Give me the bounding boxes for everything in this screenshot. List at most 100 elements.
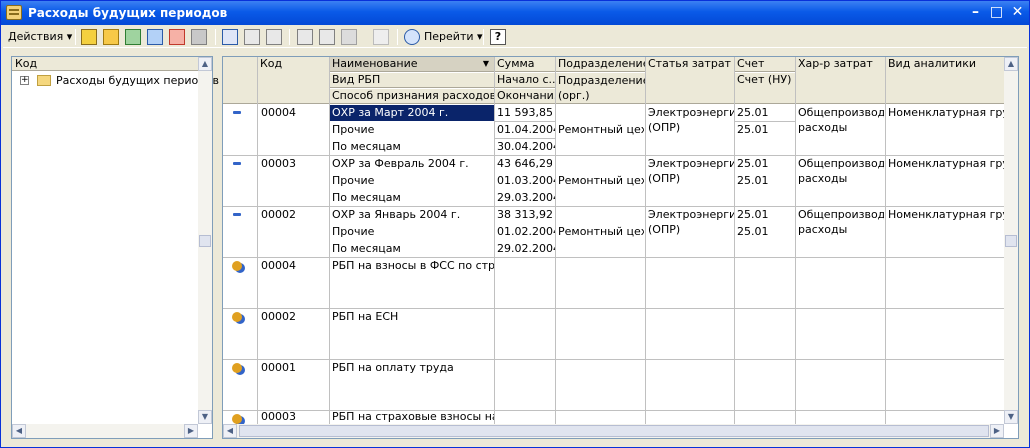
delete-mark-icon[interactable] xyxy=(169,29,185,45)
table-horizontal-scrollbar[interactable]: ◀ ▶ xyxy=(223,424,1004,438)
column-divider xyxy=(555,57,556,438)
cell-name[interactable]: РБП на ЕСН xyxy=(330,309,494,325)
cell-cost-item: Электроэнергия (ОПР) xyxy=(648,208,734,236)
cell-method: По месяцам xyxy=(332,242,401,255)
scroll-right-icon[interactable]: ▶ xyxy=(990,424,1004,438)
scroll-up-icon[interactable]: ▲ xyxy=(198,57,212,71)
tree-root-label: Расходы будущих периодов xyxy=(56,74,220,87)
cell-code: 00001 xyxy=(261,361,296,374)
cell-cost-item: Электроэнергия (ОПР) xyxy=(648,157,734,185)
header-rbp-type[interactable]: Вид РБП xyxy=(330,73,495,88)
title-bar[interactable]: Расходы будущих периодов – □ ✕ xyxy=(1,1,1029,25)
add-item-icon[interactable] xyxy=(81,29,97,45)
column-divider xyxy=(257,57,258,438)
filter-history-icon[interactable] xyxy=(341,29,357,45)
tree-header-code[interactable]: Код xyxy=(12,57,198,71)
filter-by-value-icon[interactable] xyxy=(319,29,335,45)
scroll-down-icon[interactable]: ▼ xyxy=(1004,410,1018,424)
table-vertical-scrollbar[interactable]: ▲ ▼ xyxy=(1004,57,1018,424)
header-account-tax[interactable]: Счет (НУ) xyxy=(735,73,796,104)
scroll-left-icon[interactable]: ◀ xyxy=(223,424,237,438)
header-department-org[interactable]: Подразделение (орг.) xyxy=(556,73,646,104)
add-group-icon[interactable] xyxy=(103,29,119,45)
cell-start: 01.03.2004 xyxy=(497,174,555,187)
scroll-up-icon[interactable]: ▲ xyxy=(1004,57,1018,71)
folder-item-icon xyxy=(232,363,242,373)
cell-name[interactable]: ОХР за Февраль 2004 г. xyxy=(330,156,494,172)
cell-sum: 38 313,92 xyxy=(497,208,552,221)
cell-code: 00004 xyxy=(261,259,296,272)
header-account[interactable]: Счет xyxy=(735,57,796,72)
cell-name[interactable]: РБП на оплату труда xyxy=(330,360,494,376)
refresh-icon[interactable] xyxy=(404,29,420,45)
row-divider xyxy=(495,121,556,122)
post-icon[interactable] xyxy=(191,29,207,45)
filter-icon[interactable] xyxy=(297,29,313,45)
header-icon-column xyxy=(223,57,258,104)
edit-icon[interactable] xyxy=(147,29,163,45)
maximize-button[interactable]: □ xyxy=(988,5,1005,21)
header-cost-character[interactable]: Хар-р затрат xyxy=(796,57,886,104)
scroll-thumb[interactable] xyxy=(239,425,989,437)
goto-label: Перейти xyxy=(424,30,474,43)
scroll-thumb[interactable] xyxy=(199,235,211,247)
minimize-button[interactable]: – xyxy=(967,5,984,21)
header-start[interactable]: Начало с... xyxy=(495,73,556,88)
cell-start: 01.04.2004 xyxy=(497,123,555,136)
cell-analytics-type: Номенклатурная групп xyxy=(888,157,1006,170)
cell-sum: 43 646,29 xyxy=(497,157,552,170)
tree-horizontal-scrollbar[interactable]: ◀ ▶ xyxy=(12,424,198,438)
window-app-icon xyxy=(6,5,22,20)
header-method[interactable]: Способ признания расходов xyxy=(330,89,495,104)
cell-start: 01.02.2004 xyxy=(497,225,555,238)
row-divider xyxy=(495,138,556,139)
copy-icon[interactable] xyxy=(125,29,141,45)
folder-item-icon xyxy=(232,312,242,322)
cell-name[interactable]: ОХР за Январь 2004 г. xyxy=(330,207,494,223)
main-window: Расходы будущих периодов – □ ✕ Действия … xyxy=(0,0,1030,448)
header-sum[interactable]: Сумма xyxy=(495,57,556,72)
header-end[interactable]: Окончани... xyxy=(495,89,556,104)
cell-name[interactable]: РБП на страховые взносы на... xyxy=(330,409,494,425)
tree-vertical-scrollbar[interactable]: ▲ ▼ xyxy=(198,57,212,424)
scroll-right-icon[interactable]: ▶ xyxy=(184,424,198,438)
cell-name[interactable]: РБП на взносы в ФСС по стр... xyxy=(330,258,494,274)
header-cost-item[interactable]: Статья затрат xyxy=(646,57,735,104)
header-department[interactable]: Подразделение xyxy=(556,57,646,72)
scroll-thumb[interactable] xyxy=(1005,235,1017,247)
select-item-icon[interactable] xyxy=(244,29,260,45)
goto-menu[interactable]: Перейти ▾ xyxy=(421,28,486,46)
cell-department-org: Ремонтный цех xyxy=(558,225,644,238)
item-icon xyxy=(233,213,241,216)
cell-cost-character: Общепроизвод... расходы xyxy=(798,106,884,134)
cell-end: 29.02.2004 xyxy=(497,242,555,255)
header-name-label: Наименование xyxy=(332,57,418,70)
item-icon xyxy=(233,111,241,114)
actions-menu[interactable]: Действия ▾ xyxy=(5,28,75,46)
header-code[interactable]: Код xyxy=(258,57,330,104)
cell-department-org: Ремонтный цех xyxy=(558,174,644,187)
scroll-down-icon[interactable]: ▼ xyxy=(198,410,212,424)
clear-filter-icon[interactable] xyxy=(373,29,389,45)
help-button[interactable]: ? xyxy=(490,29,506,45)
cell-account: 25.01 xyxy=(737,106,769,119)
sort-desc-icon: ▼ xyxy=(482,59,489,68)
item-icon xyxy=(233,162,241,165)
expand-icon[interactable]: + xyxy=(20,76,29,85)
cell-account-tax: 25.01 xyxy=(737,174,769,187)
window-title: Расходы будущих периодов xyxy=(28,6,228,20)
hierarchy-toggle-icon[interactable] xyxy=(222,29,238,45)
level-up-icon[interactable] xyxy=(266,29,282,45)
cell-method: По месяцам xyxy=(332,191,401,204)
cell-code: 00003 xyxy=(261,157,296,170)
header-name[interactable]: Наименование ▼ xyxy=(330,57,495,72)
toolbar-separator xyxy=(75,29,76,45)
scroll-left-icon[interactable]: ◀ xyxy=(12,424,26,438)
cell-name[interactable]: ОХР за Март 2004 г. xyxy=(330,105,494,121)
folder-item-icon xyxy=(232,261,242,271)
toolbar-separator xyxy=(215,29,216,45)
close-button[interactable]: ✕ xyxy=(1009,5,1026,21)
cell-analytics-type: Номенклатурная групп xyxy=(888,106,1006,119)
header-analytics-type[interactable]: Вид аналитики xyxy=(886,57,1006,104)
cell-account: 25.01 xyxy=(737,157,769,170)
